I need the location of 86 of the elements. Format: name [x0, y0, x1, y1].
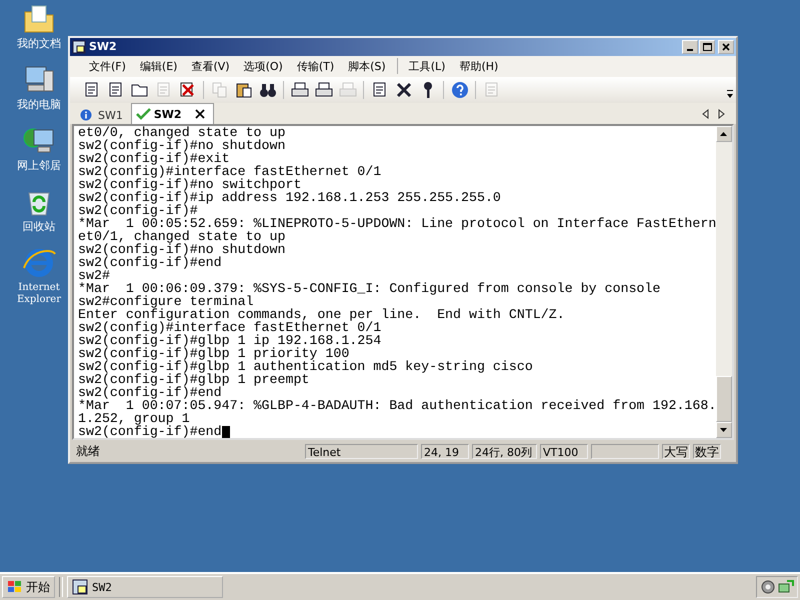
terminal-line: sw2(config)#interface fastEthernet 0/1: [78, 321, 382, 334]
tab-label[interactable]: SW1: [98, 108, 123, 122]
page-icon: [82, 81, 100, 100]
status-panel: Telnet: [305, 444, 418, 459]
close-icon: [722, 42, 730, 51]
terminal-line: sw2(config-if)#end: [78, 386, 222, 400]
menu-item[interactable]: 帮助(H): [452, 58, 506, 74]
menu-item[interactable]: 选项(O): [236, 58, 290, 74]
down-arrow-icon: [720, 427, 728, 434]
scroll-thumb[interactable]: [716, 376, 732, 422]
terminal-line: *Mar 1 00:05:52.659: %LINEPROTO-5-UPDOWN: Line protocol on Interface FastEthern: [78, 217, 716, 230]
maximize-button[interactable]: [699, 40, 715, 54]
window-title: SW2: [89, 40, 117, 54]
status-panel: VT100: [540, 444, 588, 459]
terminal-line: et0/0, changed state to up: [78, 126, 286, 140]
right-arrow-icon[interactable]: [717, 109, 725, 120]
minimize-button[interactable]: [682, 40, 698, 54]
menu-item[interactable]: 工具(L): [402, 58, 452, 74]
terminal-line: sw2(config-if)#end: [78, 425, 222, 438]
status-panel: 24, 19: [421, 444, 469, 459]
clipboard-icon: [234, 81, 252, 100]
start-button[interactable]: 开始: [2, 576, 55, 598]
page-icon: [154, 81, 172, 100]
desktop-icon-label[interactable]: 我的文档: [17, 38, 61, 50]
terminal-line: sw2(config-if)#glbp 1 authentication md5 key-string cisco: [78, 360, 533, 374]
browser-e-icon[interactable]: [22, 246, 56, 280]
speaker-icon[interactable]: [760, 579, 776, 595]
terminal-line: sw2(config-if)#no shutdown: [78, 139, 286, 152]
desktop-icon-label[interactable]: 我的电脑: [17, 99, 61, 111]
status-panel: [591, 444, 659, 459]
copy-icon: [210, 81, 228, 100]
desktop-icon-label[interactable]: Internet Explorer: [9, 282, 69, 306]
maximize-icon: [702, 42, 712, 51]
up-arrow-icon: [720, 131, 728, 138]
desktop-icon-label[interactable]: 回收站: [22, 221, 56, 233]
vertical-scrollbar[interactable]: [716, 126, 732, 438]
session-tab[interactable]: SW1: [76, 106, 129, 124]
checkmark-icon: [136, 108, 151, 120]
left-arrow-icon[interactable]: [702, 109, 710, 120]
terminal-line: sw2(config-if)#glbp 1 ip 192.168.1.254: [78, 334, 382, 348]
menu-item[interactable]: 查看(V): [184, 58, 237, 74]
terminal-line: *Mar 1 00:06:09.379: %SYS-5-CONFIG_I: Configured from console by console: [78, 282, 660, 296]
terminal-line: 1.252, group 1: [78, 412, 190, 426]
binoculars-icon: [258, 81, 276, 100]
terminal-line: sw2(config-if)#no switchport: [78, 178, 302, 192]
terminal-line: et0/1, changed state to up: [78, 230, 286, 244]
terminal-line: sw2(config-if)#end: [78, 256, 222, 270]
menu-item[interactable]: 编辑(E): [132, 58, 184, 74]
status-indicator: 数字: [693, 444, 721, 459]
scroll-down-button[interactable]: [716, 422, 732, 438]
printer-icon: [290, 81, 308, 100]
status-panel: 24行, 80列: [472, 444, 537, 459]
taskbar-button[interactable]: SW2: [67, 576, 223, 598]
terminal-line: sw2#configure terminal: [78, 295, 254, 308]
minimize-icon: [687, 48, 693, 51]
terminal-line: sw2#: [78, 269, 110, 282]
page-icon: [106, 81, 124, 100]
printer-icon: [314, 81, 332, 100]
terminal-line: sw2(config-if)#exit: [78, 152, 230, 166]
terminal-line: sw2(config-if)#glbp 1 preempt: [78, 373, 310, 386]
menu-item[interactable]: 文件(F): [82, 58, 133, 74]
network-icon[interactable]: [778, 579, 794, 595]
terminal-line: sw2(config)#interface fastEthernet 0/1: [78, 165, 382, 178]
cross-icon: [178, 81, 196, 100]
window-icon: [72, 579, 88, 595]
status-indicator: 大写: [662, 444, 690, 459]
terminal-line: Enter configuration commands, one per line. End with CNTL/Z.: [78, 308, 565, 322]
desktop-icon-label[interactable]: 网上邻居: [17, 160, 61, 172]
window-icon: [72, 40, 86, 54]
session-tab[interactable]: SW2: [130, 103, 214, 124]
terminal-line: sw2(config-if)#no shutdown: [78, 243, 286, 256]
terminal-line: sw2(config-if)#ip address 192.168.1.253 255.255.255.0: [78, 191, 501, 204]
terminal-line: sw2(config-if)#: [78, 204, 198, 218]
menu-item[interactable]: 脚本(S): [341, 58, 393, 74]
page-icon: [482, 81, 500, 100]
terminal-line: *Mar 1 00:07:05.947: %GLBP-4-BADAUTH: Bad authentication received from 192.168.: [78, 399, 716, 412]
page-icon: [370, 81, 388, 100]
status-message: 就绪: [75, 442, 101, 460]
close-icon[interactable]: [194, 109, 205, 120]
tab-label[interactable]: SW2: [154, 108, 182, 121]
printer-icon: [338, 81, 356, 100]
close-button[interactable]: [718, 40, 734, 54]
help-icon: [450, 81, 468, 100]
scroll-up-button[interactable]: [716, 126, 732, 142]
terminal-line: sw2(config-if)#glbp 1 priority 100: [78, 347, 350, 360]
menu-item[interactable]: 传输(T): [290, 58, 342, 74]
